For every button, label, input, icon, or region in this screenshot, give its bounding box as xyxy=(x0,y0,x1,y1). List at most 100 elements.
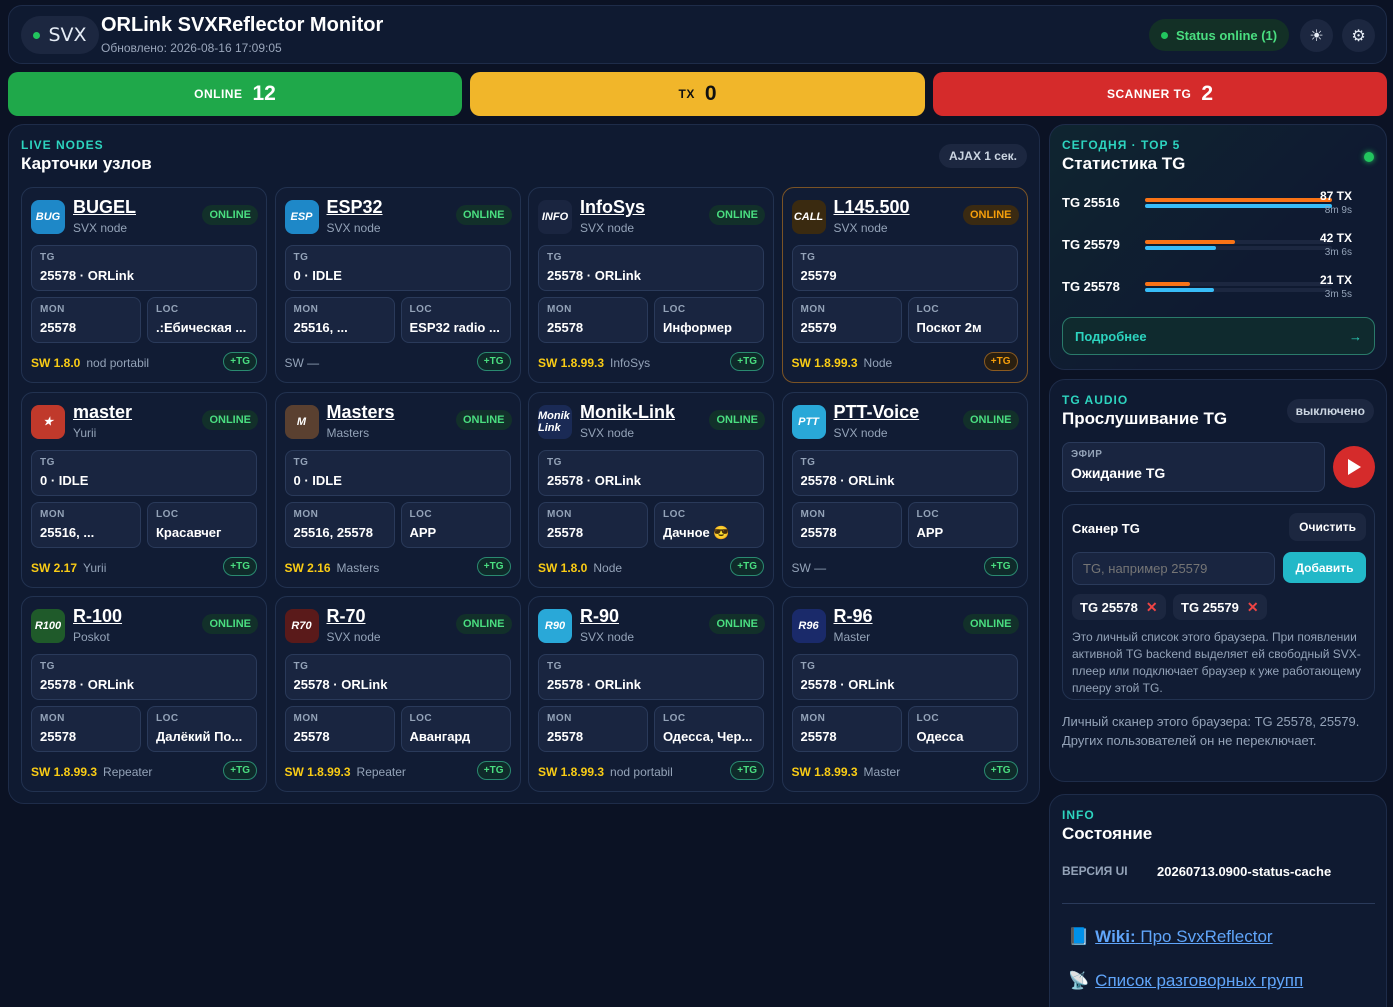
node-name[interactable]: R-90 xyxy=(580,606,619,627)
add-tg-to-scanner-button[interactable]: +TG xyxy=(983,556,1018,576)
loc-label: LOC xyxy=(156,508,179,520)
node-note: nod portabil xyxy=(86,356,150,370)
node-name[interactable]: master xyxy=(73,402,132,423)
node-subtitle: Yurii xyxy=(73,425,97,440)
add-tg-to-scanner-button[interactable]: +TG xyxy=(983,352,1018,371)
node-name[interactable]: R-100 xyxy=(73,606,122,627)
more-details-label: Подробнее xyxy=(1075,328,1147,344)
node-tg-field: TG 25578 · ORLink xyxy=(31,245,257,291)
node-footer: SW 1.8.99.3 Repeater xyxy=(31,765,152,779)
node-footer: SW 1.8.99.3 Repeater xyxy=(285,765,406,779)
time-bar-track xyxy=(1145,246,1332,250)
tg-input[interactable] xyxy=(1072,552,1275,585)
top5-count: 42 TX xyxy=(1319,231,1352,245)
live-dot-icon xyxy=(33,31,41,39)
node-name[interactable]: BUGEL xyxy=(73,197,136,218)
node-card[interactable]: M Masters Masters ONLINE TG 0 · IDLE MON 25516,… xyxy=(274,391,521,588)
add-tg-to-scanner-button[interactable]: +TG xyxy=(223,556,257,576)
add-tg-to-scanner-button[interactable]: +TG xyxy=(223,761,257,780)
version-label: ВЕРСИЯ UI xyxy=(1062,864,1128,878)
add-tg-to-scanner-button[interactable]: +TG xyxy=(476,761,511,780)
node-name[interactable]: R-96 xyxy=(834,606,873,627)
theme-toggle-button[interactable]: ☀ xyxy=(1300,19,1333,52)
node-card[interactable]: R96 R-96 Master ONLINE TG 25578 · ORLink MON 25… xyxy=(781,596,1028,792)
more-details-button[interactable]: Подробнее → xyxy=(1062,317,1375,355)
node-footer: SW — xyxy=(792,561,827,575)
mon-label: MON xyxy=(547,508,572,520)
mon-label: MON xyxy=(40,713,65,724)
add-tg-to-scanner-button[interactable]: +TG xyxy=(730,352,764,371)
node-mon-value: 25578 xyxy=(547,320,584,335)
node-note: Repeater xyxy=(356,765,406,779)
node-status-badge: ONLINE xyxy=(202,205,258,225)
book-icon: 📘 xyxy=(1068,927,1090,946)
stat-scanner-label: SCANNER TG xyxy=(1106,87,1192,101)
clear-button[interactable]: Очистить xyxy=(1289,513,1366,541)
node-mon-value: 25578 xyxy=(40,729,77,744)
info-kicker: INFO xyxy=(1062,808,1095,822)
add-tg-to-scanner-button[interactable]: +TG xyxy=(730,556,764,576)
time-bar-track xyxy=(1145,204,1332,208)
node-sw-version: SW 1.8.99.3 xyxy=(538,356,605,370)
node-subtitle: Poskot xyxy=(73,630,110,644)
node-loc-field: LOC Авангард xyxy=(400,706,511,752)
node-card[interactable]: Monik Link Monik-Link SVX node ONLINE TG 2557… xyxy=(528,391,774,588)
node-sw-version: SW 1.8.99.3 xyxy=(791,765,858,779)
time-bar-fill xyxy=(1145,204,1332,208)
node-mon-field: MON 25516, ... xyxy=(284,297,395,343)
node-mon-value: 25579 xyxy=(800,320,837,335)
node-name[interactable]: InfoSys xyxy=(580,197,645,218)
node-loc-value: ESP32 radio ... xyxy=(409,320,500,335)
live-indicator-icon xyxy=(1364,152,1374,162)
add-tg-button[interactable]: Добавить xyxy=(1283,552,1366,583)
node-card[interactable]: CALL L145.500 SVX node ONLINE TG 25579 MON 2557… xyxy=(781,187,1028,383)
node-mon-value: 25516, ... xyxy=(40,524,95,540)
scanner-chip: TG 25578 ✕ xyxy=(1072,594,1166,620)
node-card[interactable]: INFO InfoSys SVX node ONLINE TG 25578 · ORLin… xyxy=(528,187,774,383)
personal-scanner-note: Личный сканер этого браузера: TG 25578, … xyxy=(1062,714,1360,748)
settings-button[interactable]: ⚙ xyxy=(1342,19,1375,52)
add-tg-to-scanner-button[interactable]: +TG xyxy=(223,352,257,371)
node-card[interactable]: R100 R-100 Poskot ONLINE TG 25578 · ORLink MON… xyxy=(21,596,267,792)
app-title: ORLink SVXReflector Monitor xyxy=(101,14,384,36)
play-button[interactable] xyxy=(1333,446,1375,488)
node-name[interactable]: PTT-Voice xyxy=(834,402,920,423)
node-loc-value: APP xyxy=(409,524,437,540)
node-tg-value: 25578 · ORLink xyxy=(547,472,641,488)
remove-chip-icon[interactable]: ✕ xyxy=(1146,599,1158,616)
top5-kicker: СЕГОДНЯ · TOP 5 xyxy=(1062,138,1181,152)
time-bar-track xyxy=(1145,288,1332,292)
groups-link[interactable]: 📡 Список разговорных групп xyxy=(1068,971,1303,991)
stat-online: ONLINE 12 xyxy=(8,72,462,116)
node-name[interactable]: L145.500 xyxy=(834,197,910,218)
node-card[interactable]: ESP ESP32 SVX node ONLINE TG 0 · IDLE MON 25516… xyxy=(274,187,521,383)
tg-label: TG xyxy=(293,661,309,672)
remove-chip-icon[interactable]: ✕ xyxy=(1247,599,1259,616)
ajax-refresh-badge[interactable]: AJAX 1 сек. xyxy=(938,144,1027,168)
add-tg-to-scanner-button[interactable]: +TG xyxy=(983,761,1018,780)
node-card[interactable]: R90 R-90 SVX node ONLINE TG 25578 · ORLink MON… xyxy=(528,596,774,792)
node-sw-version: SW 1.8.99.3 xyxy=(538,765,605,779)
add-tg-to-scanner-button[interactable]: +TG xyxy=(476,352,511,371)
app-logo: SVX xyxy=(21,16,99,54)
node-card[interactable]: BUG BUGEL SVX node ONLINE TG 25578 · ORLink MO… xyxy=(21,187,267,383)
node-name[interactable]: R-70 xyxy=(327,606,366,627)
node-card[interactable]: PTT PTT-Voice SVX node ONLINE TG 25578 · ORLi… xyxy=(781,391,1028,588)
node-status-badge: ONLINE xyxy=(962,205,1019,225)
node-subtitle: SVX node xyxy=(580,425,635,440)
node-footer: SW 1.8.99.3 Node xyxy=(792,356,893,370)
node-name[interactable]: Masters xyxy=(327,402,395,423)
top5-tg: TG 25579 xyxy=(1062,237,1120,252)
add-tg-to-scanner-button[interactable]: +TG xyxy=(730,761,764,780)
node-name[interactable]: Monik-Link xyxy=(580,402,675,423)
node-card[interactable]: ★ master Yurii ONLINE TG 0 · IDLE MON 25516, ..… xyxy=(21,391,267,588)
top5-count: 87 TX xyxy=(1319,189,1352,203)
node-loc-field: LOC Одесса, Чер... xyxy=(654,706,764,752)
node-card[interactable]: R70 R-70 SVX node ONLINE TG 25578 · ORLink MON… xyxy=(274,596,521,792)
node-name[interactable]: ESP32 xyxy=(327,197,383,218)
scanner-title: Сканер TG xyxy=(1072,521,1140,536)
node-note: Node xyxy=(593,560,623,575)
top5-tg: TG 25578 xyxy=(1062,279,1120,294)
wiki-link[interactable]: 📘 Wiki: Про SvxReflector xyxy=(1068,927,1273,947)
add-tg-to-scanner-button[interactable]: +TG xyxy=(476,556,511,576)
